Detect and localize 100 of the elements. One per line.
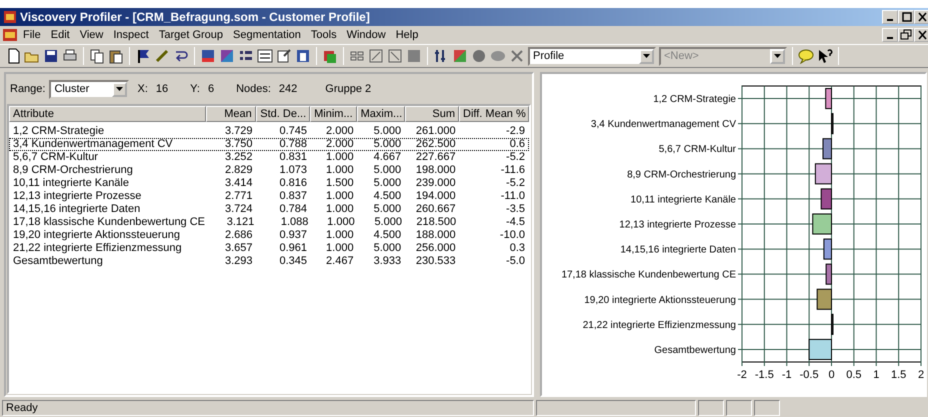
- menu-item[interactable]: Help: [390, 26, 424, 44]
- table-cell-text: 1.000: [325, 190, 355, 203]
- table-cell-text: 230.533: [414, 255, 457, 268]
- table-cell-text: 1.073: [278, 164, 308, 177]
- window-title: Viscovery Profiler - [CRM_Befragung.som - Customer Profile]: [20, 9, 370, 26]
- bar: [816, 288, 832, 310]
- table-cell-text: 1.000: [325, 164, 355, 177]
- table-cell-text: 5.000: [372, 203, 402, 216]
- table-cell-text: 3.293: [224, 255, 254, 268]
- table-cell-text: 5.000: [373, 216, 403, 229]
- pen-icon[interactable]: [154, 48, 170, 64]
- menu-item[interactable]: Window: [342, 26, 391, 44]
- zoom-grid-icon[interactable]: [387, 48, 403, 64]
- menu-item[interactable]: Segmentation: [228, 26, 306, 44]
- column-header[interactable]: Std. De...: [256, 106, 310, 122]
- category-label: 17,18 klassische Kundenbewertung CE: [561, 270, 736, 281]
- menu-item[interactable]: Edit: [46, 26, 75, 44]
- table-cell-text: 3.252: [224, 151, 254, 164]
- close-icon[interactable]: [916, 11, 928, 23]
- table-row[interactable]: 8,9 CRM-Orchestrierung 2.829 1.073 1.000 5.000 198.000 -11.6: [9, 164, 529, 177]
- table-row[interactable]: 14,15,16 integrierte Daten 3.724 0.784 1.000 5.000 260.667 -3.5: [9, 203, 529, 216]
- nodes-label: Nodes:: [236, 82, 271, 97]
- table-cell-text: 3.724: [224, 203, 254, 216]
- view-dropdown[interactable]: Profile: [528, 46, 656, 66]
- help-pointer-icon[interactable]: [817, 48, 833, 64]
- table-row[interactable]: 10,11 integrierte Kanäle 3.414 0.816 1.500 5.000 239.000 -5.2: [9, 177, 529, 190]
- bar: [825, 88, 832, 110]
- column-header[interactable]: Sum: [404, 106, 459, 122]
- column-header[interactable]: Maxim...: [356, 106, 405, 122]
- table-row[interactable]: 1,2 CRM-Strategie 3.729 0.745 2.000 5.000 261.000 -2.9: [9, 125, 529, 138]
- table-row[interactable]: 12,13 integrierte Prozesse 2.771 0.837 1.000 4.500 194.000 -11.0: [9, 190, 529, 203]
- table-row[interactable]: 5,6,7 CRM-Kultur 3.252 0.831 1.000 4.667 227.667 -5.2: [9, 151, 529, 164]
- bar: [831, 314, 834, 335]
- table-cell-text: 0.837: [278, 190, 308, 203]
- group-name: Gruppe 2: [325, 82, 372, 97]
- table-cell-text: 3.414: [224, 177, 254, 190]
- menu-item[interactable]: View: [74, 26, 108, 44]
- menu-item[interactable]: Target Group: [154, 26, 228, 44]
- selected-row[interactable]: 3,4 Kundenwertmanagement CV 3.750 0.788 2.000 5.000 262.500 0.6: [9, 138, 529, 151]
- status-text: Ready: [2, 400, 534, 416]
- resize-icon[interactable]: [368, 48, 384, 64]
- paste-icon[interactable]: [108, 48, 124, 64]
- sphere-icon[interactable]: [471, 48, 487, 64]
- range-label: Range:: [10, 82, 46, 97]
- table-cell-text: 188.000: [414, 229, 457, 242]
- table-cell-text: 1,2 CRM-Strategie: [12, 125, 106, 138]
- table-cell-text: 3.657: [224, 242, 254, 255]
- bar: [814, 163, 832, 184]
- dropdown-arrow-icon[interactable]: [643, 54, 650, 58]
- table-cell-text: 256.000: [414, 242, 457, 255]
- dropdown-arrow-icon[interactable]: [116, 87, 124, 91]
- statistics-icon[interactable]: [257, 48, 273, 64]
- table-row[interactable]: Gesamtbewertung 3.293 0.345 2.467 3.933 230.533 -5.0: [9, 255, 529, 268]
- map-icon[interactable]: [200, 48, 216, 64]
- range-dropdown[interactable]: Cluster: [49, 80, 130, 98]
- cluster-map-icon[interactable]: [219, 48, 235, 64]
- table-cell-text: 12,13 integrierte Prozesse: [12, 190, 142, 203]
- table-row[interactable]: 19,20 integrierte Aktionssteuerung 2.686 0.937 1.000 4.500 188.000 -10.0: [9, 229, 529, 242]
- table-cell-text: 0.745: [278, 125, 308, 138]
- flag-icon[interactable]: [135, 48, 151, 64]
- y-value: 6: [208, 82, 214, 97]
- table-cell-text: 5,6,7 CRM-Kultur: [12, 151, 99, 164]
- database-icon[interactable]: [295, 48, 311, 64]
- menu-item[interactable]: Tools: [306, 26, 342, 44]
- column-header[interactable]: Diff. Mean %: [459, 106, 529, 122]
- column-header[interactable]: Attribute: [9, 106, 206, 122]
- nodes-value: 242: [278, 82, 298, 97]
- column-header[interactable]: Mean: [206, 106, 256, 122]
- copy-icon[interactable]: [89, 48, 105, 64]
- dropdown-arrow-icon[interactable]: [774, 54, 781, 58]
- edit-icon[interactable]: [276, 48, 292, 64]
- menu-item[interactable]: File: [18, 26, 46, 44]
- tick-label: -1.5: [754, 369, 774, 381]
- table-cell-text: -5.2: [505, 177, 526, 190]
- table-row[interactable]: 17,18 klassische Kundenbewertung CE 3.121 1.088 1.000 5.000 218.500 -4.5: [9, 216, 529, 229]
- close-icon[interactable]: [916, 29, 928, 41]
- category-label: Gesamtbewertung: [654, 344, 736, 356]
- tick-label: 0: [828, 369, 835, 381]
- table-cell-text: 262.500: [414, 138, 457, 151]
- category-label: 10,11 integrierte Kanäle: [630, 194, 736, 206]
- table-row[interactable]: 21,22 integrierte Effizienzmessung 3.657 0.961 1.000 5.000 256.000 0.3: [9, 242, 529, 255]
- table-cell-text: -11.0: [500, 190, 526, 203]
- table-cell-text: 5.000: [372, 177, 402, 190]
- speech-bubble-icon[interactable]: [798, 48, 814, 64]
- column-header[interactable]: Minim...: [310, 106, 357, 122]
- table-cell-text: 3.750: [224, 138, 254, 151]
- restore-icon[interactable]: [900, 29, 912, 41]
- save-icon[interactable]: [43, 48, 59, 64]
- maximize-icon[interactable]: [900, 11, 912, 23]
- block-icon[interactable]: [406, 48, 422, 64]
- menu-item[interactable]: Inspect: [108, 26, 154, 44]
- table-cell-text: Gesamtbewertung: [12, 255, 104, 268]
- cross-icon[interactable]: [509, 48, 525, 64]
- layers-icon[interactable]: [322, 48, 338, 64]
- table-cell-text: 261.000: [414, 125, 457, 138]
- status-pane: [726, 400, 752, 416]
- bar: [822, 138, 832, 160]
- tick-label: 0.5: [846, 369, 862, 381]
- table-cell-text: 14,15,16 integrierte Daten: [12, 203, 142, 216]
- category-label: 1,2 CRM-Strategie: [653, 94, 736, 106]
